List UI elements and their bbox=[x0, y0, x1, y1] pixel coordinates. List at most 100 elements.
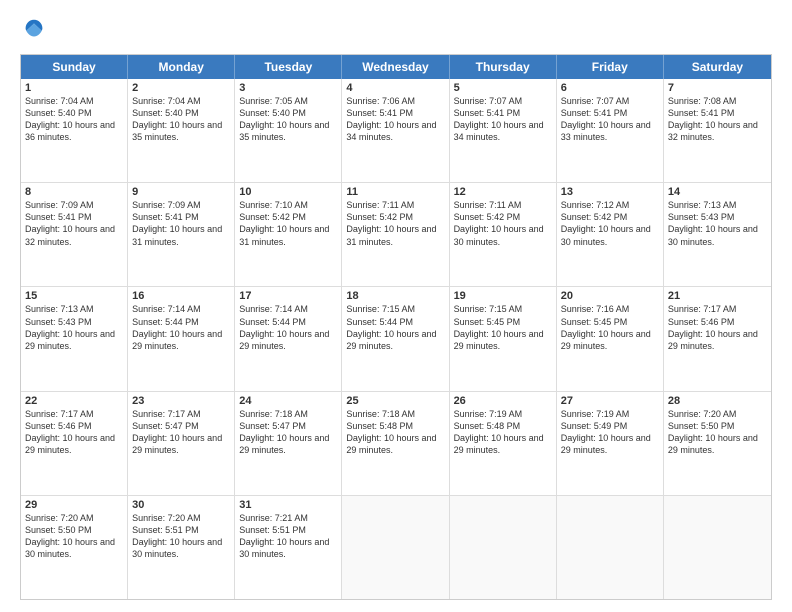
day-info: Sunrise: 7:18 AMSunset: 5:47 PMDaylight:… bbox=[239, 408, 337, 457]
calendar-header-day: Friday bbox=[557, 55, 664, 79]
day-number: 28 bbox=[668, 395, 767, 407]
day-info: Sunrise: 7:09 AMSunset: 5:41 PMDaylight:… bbox=[132, 199, 230, 248]
day-number: 18 bbox=[346, 290, 444, 302]
calendar-cell: 8Sunrise: 7:09 AMSunset: 5:41 PMDaylight… bbox=[21, 183, 128, 286]
calendar-cell: 23Sunrise: 7:17 AMSunset: 5:47 PMDayligh… bbox=[128, 392, 235, 495]
calendar-row: 29Sunrise: 7:20 AMSunset: 5:50 PMDayligh… bbox=[21, 496, 771, 599]
calendar-cell: 15Sunrise: 7:13 AMSunset: 5:43 PMDayligh… bbox=[21, 287, 128, 390]
calendar-header-day: Monday bbox=[128, 55, 235, 79]
calendar-cell: 7Sunrise: 7:08 AMSunset: 5:41 PMDaylight… bbox=[664, 79, 771, 182]
day-number: 29 bbox=[25, 499, 123, 511]
calendar-cell: 11Sunrise: 7:11 AMSunset: 5:42 PMDayligh… bbox=[342, 183, 449, 286]
day-info: Sunrise: 7:08 AMSunset: 5:41 PMDaylight:… bbox=[668, 95, 767, 144]
calendar-cell: 31Sunrise: 7:21 AMSunset: 5:51 PMDayligh… bbox=[235, 496, 342, 599]
calendar-cell: 16Sunrise: 7:14 AMSunset: 5:44 PMDayligh… bbox=[128, 287, 235, 390]
calendar-row: 22Sunrise: 7:17 AMSunset: 5:46 PMDayligh… bbox=[21, 392, 771, 496]
day-info: Sunrise: 7:21 AMSunset: 5:51 PMDaylight:… bbox=[239, 512, 337, 561]
day-number: 25 bbox=[346, 395, 444, 407]
day-number: 10 bbox=[239, 186, 337, 198]
calendar-cell: 4Sunrise: 7:06 AMSunset: 5:41 PMDaylight… bbox=[342, 79, 449, 182]
day-number: 21 bbox=[668, 290, 767, 302]
day-info: Sunrise: 7:06 AMSunset: 5:41 PMDaylight:… bbox=[346, 95, 444, 144]
calendar-cell: 13Sunrise: 7:12 AMSunset: 5:42 PMDayligh… bbox=[557, 183, 664, 286]
calendar-cell: 20Sunrise: 7:16 AMSunset: 5:45 PMDayligh… bbox=[557, 287, 664, 390]
calendar-cell: 27Sunrise: 7:19 AMSunset: 5:49 PMDayligh… bbox=[557, 392, 664, 495]
day-number: 5 bbox=[454, 82, 552, 94]
day-info: Sunrise: 7:11 AMSunset: 5:42 PMDaylight:… bbox=[454, 199, 552, 248]
day-info: Sunrise: 7:20 AMSunset: 5:50 PMDaylight:… bbox=[25, 512, 123, 561]
calendar-cell: 26Sunrise: 7:19 AMSunset: 5:48 PMDayligh… bbox=[450, 392, 557, 495]
day-info: Sunrise: 7:14 AMSunset: 5:44 PMDaylight:… bbox=[132, 303, 230, 352]
calendar-row: 8Sunrise: 7:09 AMSunset: 5:41 PMDaylight… bbox=[21, 183, 771, 287]
calendar-cell: 22Sunrise: 7:17 AMSunset: 5:46 PMDayligh… bbox=[21, 392, 128, 495]
logo bbox=[20, 16, 52, 44]
calendar-row: 1Sunrise: 7:04 AMSunset: 5:40 PMDaylight… bbox=[21, 79, 771, 183]
calendar-cell: 24Sunrise: 7:18 AMSunset: 5:47 PMDayligh… bbox=[235, 392, 342, 495]
day-number: 11 bbox=[346, 186, 444, 198]
day-number: 15 bbox=[25, 290, 123, 302]
day-info: Sunrise: 7:10 AMSunset: 5:42 PMDaylight:… bbox=[239, 199, 337, 248]
calendar-row: 15Sunrise: 7:13 AMSunset: 5:43 PMDayligh… bbox=[21, 287, 771, 391]
day-info: Sunrise: 7:17 AMSunset: 5:46 PMDaylight:… bbox=[25, 408, 123, 457]
logo-icon bbox=[20, 16, 48, 44]
day-number: 17 bbox=[239, 290, 337, 302]
calendar-header-day: Thursday bbox=[450, 55, 557, 79]
day-number: 3 bbox=[239, 82, 337, 94]
day-number: 12 bbox=[454, 186, 552, 198]
day-info: Sunrise: 7:19 AMSunset: 5:48 PMDaylight:… bbox=[454, 408, 552, 457]
day-number: 19 bbox=[454, 290, 552, 302]
day-number: 24 bbox=[239, 395, 337, 407]
header bbox=[20, 16, 772, 44]
day-info: Sunrise: 7:20 AMSunset: 5:50 PMDaylight:… bbox=[668, 408, 767, 457]
calendar-cell: 25Sunrise: 7:18 AMSunset: 5:48 PMDayligh… bbox=[342, 392, 449, 495]
calendar-header: SundayMondayTuesdayWednesdayThursdayFrid… bbox=[21, 55, 771, 79]
calendar-cell: 6Sunrise: 7:07 AMSunset: 5:41 PMDaylight… bbox=[557, 79, 664, 182]
day-number: 14 bbox=[668, 186, 767, 198]
calendar-cell: 28Sunrise: 7:20 AMSunset: 5:50 PMDayligh… bbox=[664, 392, 771, 495]
calendar-cell: 29Sunrise: 7:20 AMSunset: 5:50 PMDayligh… bbox=[21, 496, 128, 599]
day-info: Sunrise: 7:15 AMSunset: 5:44 PMDaylight:… bbox=[346, 303, 444, 352]
calendar-cell: 30Sunrise: 7:20 AMSunset: 5:51 PMDayligh… bbox=[128, 496, 235, 599]
day-number: 7 bbox=[668, 82, 767, 94]
day-info: Sunrise: 7:09 AMSunset: 5:41 PMDaylight:… bbox=[25, 199, 123, 248]
day-number: 22 bbox=[25, 395, 123, 407]
day-info: Sunrise: 7:11 AMSunset: 5:42 PMDaylight:… bbox=[346, 199, 444, 248]
calendar-header-day: Sunday bbox=[21, 55, 128, 79]
day-info: Sunrise: 7:17 AMSunset: 5:46 PMDaylight:… bbox=[668, 303, 767, 352]
day-number: 16 bbox=[132, 290, 230, 302]
day-number: 27 bbox=[561, 395, 659, 407]
day-number: 31 bbox=[239, 499, 337, 511]
day-info: Sunrise: 7:04 AMSunset: 5:40 PMDaylight:… bbox=[25, 95, 123, 144]
day-number: 6 bbox=[561, 82, 659, 94]
day-info: Sunrise: 7:16 AMSunset: 5:45 PMDaylight:… bbox=[561, 303, 659, 352]
calendar-cell: 9Sunrise: 7:09 AMSunset: 5:41 PMDaylight… bbox=[128, 183, 235, 286]
day-number: 2 bbox=[132, 82, 230, 94]
day-info: Sunrise: 7:12 AMSunset: 5:42 PMDaylight:… bbox=[561, 199, 659, 248]
calendar-cell: 19Sunrise: 7:15 AMSunset: 5:45 PMDayligh… bbox=[450, 287, 557, 390]
calendar-body: 1Sunrise: 7:04 AMSunset: 5:40 PMDaylight… bbox=[21, 79, 771, 599]
calendar-cell bbox=[557, 496, 664, 599]
calendar-cell: 21Sunrise: 7:17 AMSunset: 5:46 PMDayligh… bbox=[664, 287, 771, 390]
day-number: 23 bbox=[132, 395, 230, 407]
calendar-header-day: Wednesday bbox=[342, 55, 449, 79]
day-info: Sunrise: 7:05 AMSunset: 5:40 PMDaylight:… bbox=[239, 95, 337, 144]
calendar-cell: 10Sunrise: 7:10 AMSunset: 5:42 PMDayligh… bbox=[235, 183, 342, 286]
calendar-cell: 3Sunrise: 7:05 AMSunset: 5:40 PMDaylight… bbox=[235, 79, 342, 182]
calendar-header-day: Tuesday bbox=[235, 55, 342, 79]
day-info: Sunrise: 7:07 AMSunset: 5:41 PMDaylight:… bbox=[454, 95, 552, 144]
day-info: Sunrise: 7:18 AMSunset: 5:48 PMDaylight:… bbox=[346, 408, 444, 457]
day-info: Sunrise: 7:13 AMSunset: 5:43 PMDaylight:… bbox=[25, 303, 123, 352]
calendar-cell: 12Sunrise: 7:11 AMSunset: 5:42 PMDayligh… bbox=[450, 183, 557, 286]
day-info: Sunrise: 7:13 AMSunset: 5:43 PMDaylight:… bbox=[668, 199, 767, 248]
day-number: 20 bbox=[561, 290, 659, 302]
calendar-cell bbox=[664, 496, 771, 599]
day-number: 13 bbox=[561, 186, 659, 198]
calendar-cell bbox=[450, 496, 557, 599]
calendar-cell: 1Sunrise: 7:04 AMSunset: 5:40 PMDaylight… bbox=[21, 79, 128, 182]
day-number: 9 bbox=[132, 186, 230, 198]
day-number: 4 bbox=[346, 82, 444, 94]
day-number: 1 bbox=[25, 82, 123, 94]
day-number: 26 bbox=[454, 395, 552, 407]
day-info: Sunrise: 7:04 AMSunset: 5:40 PMDaylight:… bbox=[132, 95, 230, 144]
day-info: Sunrise: 7:14 AMSunset: 5:44 PMDaylight:… bbox=[239, 303, 337, 352]
